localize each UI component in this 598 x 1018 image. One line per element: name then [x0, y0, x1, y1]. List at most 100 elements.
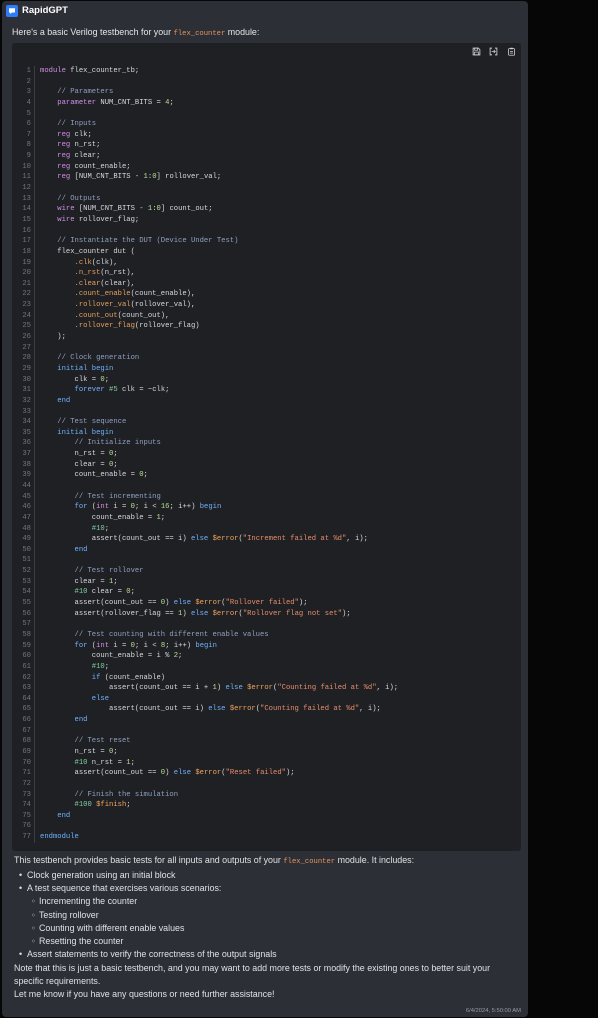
code-token: // Test counting with different enable v…: [74, 630, 269, 639]
code-token: initial: [57, 428, 88, 437]
insert-code-button[interactable]: [489, 47, 498, 56]
app-name: RapidGPT: [22, 5, 68, 16]
code-token: begin: [199, 503, 222, 512]
code-line: 72: [12, 778, 521, 790]
list-item-text: A test sequence that exercises various s…: [27, 883, 222, 893]
code-text: end: [35, 811, 70, 822]
code-text: assert(count_out == i) else $error("Incr…: [40, 535, 368, 544]
code-text: wire [NUM_CNT_BITS - 1:0] count_out;: [57, 205, 213, 214]
code-text: // Parameters: [35, 87, 113, 98]
insert-code-icon: [489, 47, 498, 55]
intro-text: Here's a basic Verilog testbench for you…: [12, 26, 259, 40]
code-text: wire rollover_flag;: [57, 215, 140, 224]
code-line: 30 clk = 0;: [12, 374, 521, 386]
list-item: Assert statements to verify the correctn…: [14, 948, 512, 962]
code-text: clear = 1;: [40, 577, 118, 586]
save-button[interactable]: [472, 47, 481, 56]
code-text: end: [35, 715, 88, 726]
code-text: // Instantiate the DUT (Device Under Tes…: [35, 236, 238, 247]
line-number: 9: [12, 151, 35, 162]
list-item: A test sequence that exercises various s…: [14, 882, 512, 949]
code-text: // Clock generation: [35, 353, 139, 364]
line-number: 32: [12, 395, 35, 407]
code-line: 44: [12, 480, 521, 492]
code-token: 2: [173, 652, 179, 661]
code-token: // Outputs: [57, 194, 101, 203]
code-token: // Test rollover: [74, 567, 144, 576]
list-item: Clock generation using an initial block: [14, 869, 512, 883]
code-token: #10: [74, 758, 88, 767]
code-token: "Rollover flag not set": [242, 609, 343, 618]
line-number: 15: [12, 214, 35, 226]
line-number: 33: [12, 406, 35, 418]
line-number: 35: [12, 427, 35, 439]
code-line: 29 initial begin: [12, 363, 521, 375]
code-text: for (int i = 0; i < 8; i++) begin: [74, 641, 217, 650]
code-text: .clk(clk),: [74, 258, 118, 267]
line-number: 47: [12, 512, 35, 524]
code-token: int: [96, 503, 110, 512]
code-token: 0: [156, 205, 161, 214]
line-number: 71: [12, 768, 35, 779]
code-line: 37 n_rst = 0;: [12, 449, 521, 460]
code-token: reg: [57, 162, 71, 171]
inline-code: flex_counter: [173, 30, 226, 38]
code-line: 26 );: [12, 332, 521, 343]
code-token: .rollover_flag: [74, 322, 135, 331]
code-line: 70 #10 n_rst = 1;: [12, 757, 521, 769]
code-token: 0: [130, 641, 135, 650]
code-line: 50 end: [12, 544, 521, 556]
code-block: 1 module flex_counter_tb; 2 3 // Parameters…: [12, 43, 521, 851]
code-lines: 1 module flex_counter_tb; 2 3 // Parameters…: [12, 66, 521, 843]
sub-list-item: Incrementing the counter: [27, 895, 512, 909]
code-line: 1 module flex_counter_tb;: [12, 66, 521, 77]
summary-text: This testbench provides basic tests for …: [14, 854, 512, 869]
code-line: 13 // Outputs: [12, 193, 521, 205]
code-line: 61 #10;: [12, 661, 521, 673]
code-text: // Test sequence: [35, 417, 126, 428]
line-number: 52: [12, 566, 35, 577]
code-text: #10 clear = 0;: [74, 588, 135, 597]
code-token: .count_out: [74, 311, 118, 320]
copy-button[interactable]: [507, 47, 516, 56]
code-token: endmodule: [40, 833, 79, 842]
code-text: parameter NUM_CNT_BITS = 4;: [57, 98, 174, 107]
code-token: 1: [178, 609, 183, 618]
code-text: // Test reset: [35, 736, 131, 747]
code-text: reg [NUM_CNT_BITS - 1:0] rollover_val;: [57, 173, 222, 182]
code-token: // Parameters: [57, 88, 114, 97]
code-token: reg: [57, 173, 71, 182]
line-number: 20: [12, 268, 35, 279]
code-text: if (count_enable): [91, 673, 166, 682]
code-text: .n_rst(n_rst),: [74, 269, 135, 278]
line-number: 25: [12, 321, 35, 333]
code-line: 71 assert(count_out == 0) else $error("R…: [12, 768, 521, 779]
code-line: 58 // Test counting with different enabl…: [12, 629, 521, 641]
code-token: // Instantiate the DUT (Device Under Tes…: [57, 237, 239, 246]
line-number: 63: [12, 683, 35, 694]
code-text: flex_counter dut (: [40, 247, 135, 256]
code-token: else: [91, 694, 110, 703]
line-number: 28: [12, 353, 35, 364]
code-text: assert(count_out == 0) else $error("Rese…: [40, 769, 295, 778]
line-number: 55: [12, 598, 35, 609]
code-line: 27: [12, 342, 521, 354]
line-number: 12: [12, 183, 35, 194]
code-text: for (int i = 0; i < 16; i++) begin: [74, 503, 222, 512]
rapidgpt-logo-icon: [6, 5, 18, 17]
code-text: assert(count_out == 0) else $error("Roll…: [40, 599, 308, 608]
code-token: 1: [212, 684, 217, 693]
code-token: 1: [156, 513, 161, 522]
code-line: 4 parameter NUM_CNT_BITS = 4;: [12, 97, 521, 109]
code-line: 8 reg n_rst;: [12, 140, 521, 152]
code-token: else: [225, 684, 243, 693]
line-number: 27: [12, 342, 35, 354]
code-line: 7 reg clk;: [12, 129, 521, 141]
code-line: 62 if (count_enable): [12, 672, 521, 684]
